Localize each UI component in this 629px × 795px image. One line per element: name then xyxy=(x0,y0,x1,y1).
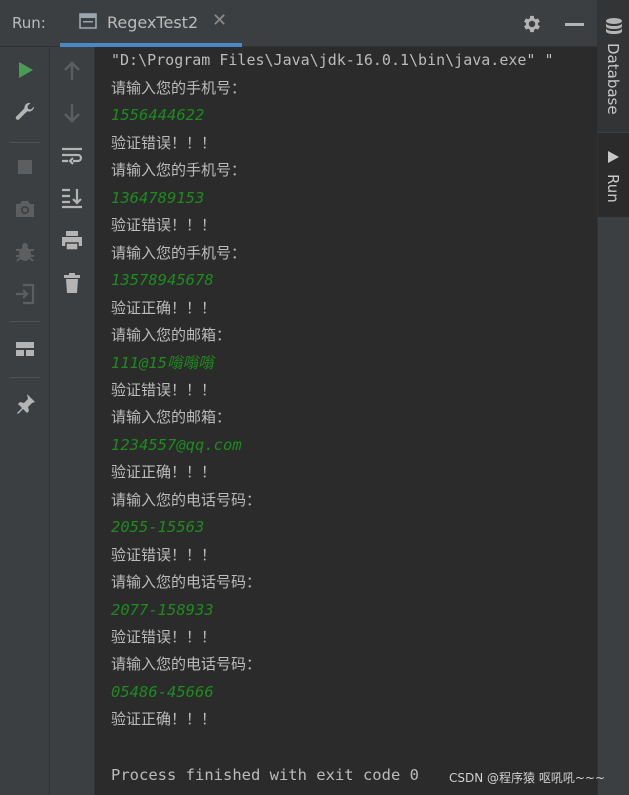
console-line-result: 验证错误！！！ xyxy=(111,134,217,152)
console-line-result: 验证正确！！！ xyxy=(111,710,217,728)
console-line-input: 111@15嗡嗡嗡 xyxy=(111,354,214,372)
toolbar-separator xyxy=(10,142,40,143)
console-line-prompt: 请输入您的邮箱： xyxy=(111,326,232,344)
wrench-icon[interactable] xyxy=(13,100,37,124)
console-line-prompt: 请输入您的手机号： xyxy=(111,244,247,262)
up-arrow-icon[interactable] xyxy=(60,59,84,83)
console-line-prompt: 请输入您的手机号： xyxy=(111,79,247,97)
close-icon[interactable]: ✕ xyxy=(212,10,227,31)
run-header-bar: Run: RegexTest2 ✕ xyxy=(0,0,597,47)
console-line-result: 验证错误！！！ xyxy=(111,628,217,646)
console-line-input: 2077-158933 xyxy=(111,601,214,619)
console-line-result: 验证正确！！！ xyxy=(111,299,217,317)
right-tool-strip: Database Run xyxy=(597,0,629,795)
run-label: Run: xyxy=(12,14,46,32)
console-window-icon xyxy=(79,13,97,29)
tab-title: RegexTest2 xyxy=(107,13,199,32)
console-line-input: 2055-15563 xyxy=(111,518,205,536)
run-tool-window: Run: RegexTest2 ✕ "D:\Program Files\Java… xyxy=(0,0,629,795)
debug-icon[interactable] xyxy=(13,240,37,264)
tab-regextest2[interactable]: RegexTest2 ✕ xyxy=(60,0,242,47)
gear-icon[interactable] xyxy=(521,13,543,35)
console-line-input: 1556444622 xyxy=(111,106,205,124)
exit-icon[interactable] xyxy=(13,282,37,306)
database-icon xyxy=(606,18,622,34)
run-toolbar xyxy=(0,47,50,795)
process-finished-message: Process finished with exit code 0 xyxy=(111,766,419,784)
pin-icon[interactable] xyxy=(13,392,37,416)
console-line-input: 1234557@qq.com xyxy=(111,436,242,454)
run-side-label: Run xyxy=(604,174,622,203)
console-line-result: 验证错误！！！ xyxy=(111,381,217,399)
console-line-prompt: 请输入您的邮箱： xyxy=(111,408,232,426)
run-icon[interactable] xyxy=(13,58,37,82)
database-tool-button[interactable]: Database xyxy=(598,0,629,132)
command-line: "D:\Program Files\Java\jdk-16.0.1\bin\ja… xyxy=(111,51,554,69)
console-line-input: 1364789153 xyxy=(111,189,205,207)
minimize-icon[interactable] xyxy=(565,23,584,26)
console-line-prompt: 请输入您的电话号码： xyxy=(111,491,262,509)
console-line-prompt: 请输入您的电话号码： xyxy=(111,573,262,591)
stop-icon[interactable] xyxy=(13,155,37,179)
console-toolbar xyxy=(50,47,95,795)
console-line-result: 验证错误！！！ xyxy=(111,216,217,234)
run-tool-button[interactable]: Run xyxy=(598,133,629,217)
console-line-result: 验证错误！！！ xyxy=(111,546,217,564)
print-icon[interactable] xyxy=(60,229,84,253)
console-line-input: 05486-45666 xyxy=(111,683,214,701)
down-arrow-icon[interactable] xyxy=(60,101,84,125)
trash-icon[interactable] xyxy=(60,271,84,295)
toolbar-separator xyxy=(10,321,40,322)
console-output[interactable]: "D:\Program Files\Java\jdk-16.0.1\bin\ja… xyxy=(95,47,597,795)
console-line-prompt: 请输入您的电话号码： xyxy=(111,655,262,673)
camera-icon[interactable] xyxy=(13,197,37,221)
console-line-prompt: 请输入您的手机号： xyxy=(111,161,247,179)
console-line-result: 验证正确！！！ xyxy=(111,463,217,481)
watermark: CSDN @程序猿 呕吼吼~~~ xyxy=(449,771,606,785)
database-label: Database xyxy=(604,43,622,115)
toolbar-separator xyxy=(10,377,40,378)
run-triangle-icon xyxy=(608,151,619,163)
console-line-input: 13578945678 xyxy=(111,271,214,289)
layout-icon[interactable] xyxy=(13,337,37,361)
scroll-to-end-icon[interactable] xyxy=(60,186,84,210)
soft-wrap-icon[interactable] xyxy=(60,144,84,168)
